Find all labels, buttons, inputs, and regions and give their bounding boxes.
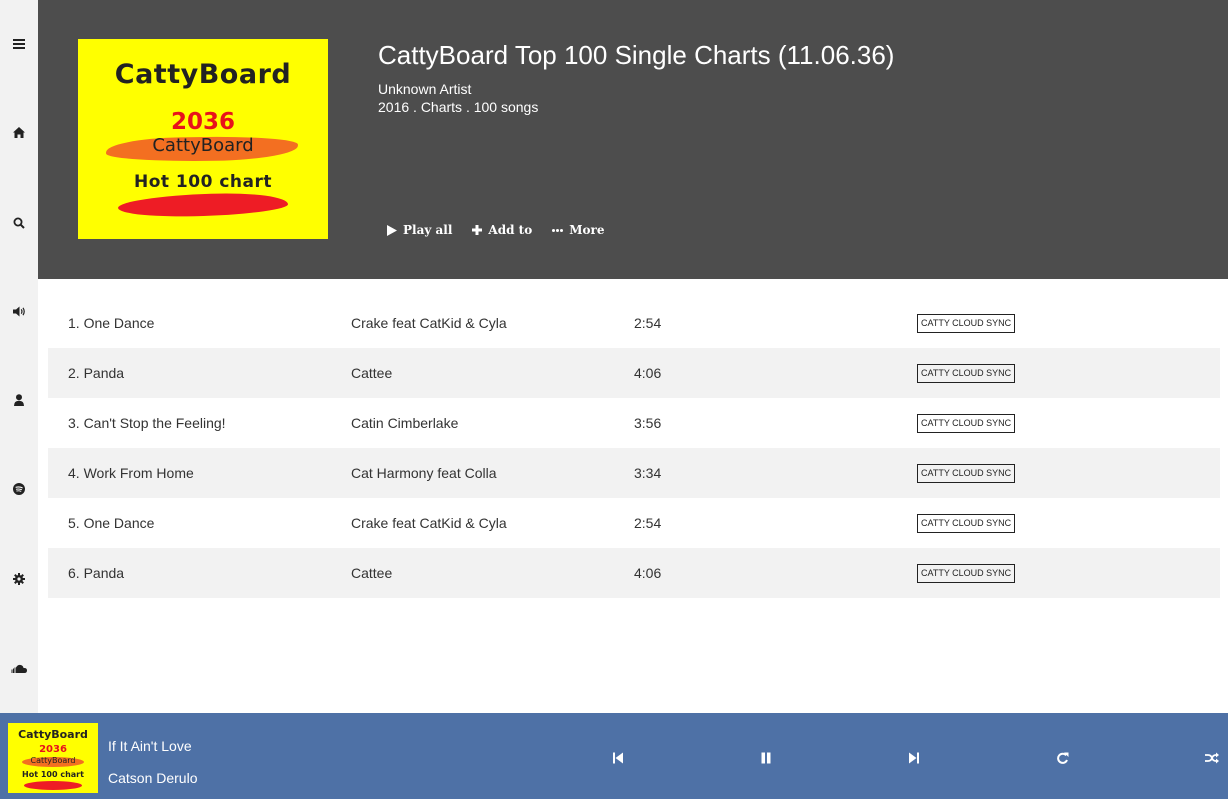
user-icon[interactable] xyxy=(0,390,38,410)
ellipsis-icon xyxy=(552,228,564,232)
shuffle-icon[interactable] xyxy=(1204,750,1220,766)
plus-icon xyxy=(472,225,483,235)
song-row[interactable]: 3. Can't Stop the Feeling! Catin Cimberl… xyxy=(48,398,1220,448)
song-duration: 2:54 xyxy=(634,515,662,531)
mini-cover-chart-label: Hot 100 chart xyxy=(22,770,84,779)
pause-icon[interactable] xyxy=(758,750,774,766)
song-artist[interactable]: Cattee xyxy=(351,348,392,398)
cloud-sync-badge[interactable]: CATTY CLOUD SYNC xyxy=(917,314,1016,333)
song-title: 1. One Dance xyxy=(68,315,155,331)
mini-cover-brand-small: CattyBoard xyxy=(30,756,76,765)
song-title: 2. Panda xyxy=(68,365,125,381)
song-row[interactable]: 6. Panda Cattee 4:06 CATTY CLOUD SYNC xyxy=(48,548,1220,598)
mini-cover-red-stroke xyxy=(24,781,82,790)
song-duration: 3:56 xyxy=(634,415,662,431)
now-playing-artist[interactable]: Catson Derulo xyxy=(108,770,198,786)
add-to-label: Add to xyxy=(488,223,533,237)
song-duration: 4:06 xyxy=(634,565,662,581)
song-artist[interactable]: Crake feat CatKid & Cyla xyxy=(351,498,507,548)
soundcloud-icon[interactable] xyxy=(0,658,38,678)
song-row[interactable]: 4. Work From Home Cat Harmony feat Colla… xyxy=(48,448,1220,498)
song-duration: 4:06 xyxy=(634,365,662,381)
album-artist[interactable]: Unknown Artist xyxy=(378,81,471,97)
cloud-sync-badge[interactable]: CATTY CLOUD SYNC xyxy=(917,364,1016,383)
song-list: 1. One Dance Crake feat CatKid & Cyla 2:… xyxy=(48,298,1220,598)
spotify-icon[interactable] xyxy=(0,479,38,499)
more-button[interactable]: More xyxy=(552,223,604,237)
home-icon[interactable] xyxy=(0,122,38,142)
song-artist[interactable]: Cat Harmony feat Colla xyxy=(351,448,497,498)
album-actions: Play all Add to More xyxy=(387,223,624,237)
search-icon[interactable] xyxy=(0,213,38,233)
cover-brand: CattyBoard xyxy=(114,59,292,90)
song-artist[interactable]: Catin Cimberlake xyxy=(351,398,458,448)
song-duration: 2:54 xyxy=(634,315,662,331)
album-cover: CattyBoard 2036 CattyBoard Hot 100 chart xyxy=(78,39,328,239)
album-title: CattyBoard Top 100 Single Charts (11.06.… xyxy=(378,40,895,70)
previous-icon[interactable] xyxy=(610,750,626,766)
cover-year: 2036 xyxy=(170,109,235,135)
sidebar xyxy=(0,0,38,713)
song-artist[interactable]: Crake feat CatKid & Cyla xyxy=(351,298,507,348)
next-icon[interactable] xyxy=(906,750,922,766)
menu-icon[interactable] xyxy=(0,34,38,54)
mini-cover-brand: CattyBoard xyxy=(18,728,88,741)
volume-icon[interactable] xyxy=(0,301,38,321)
play-icon xyxy=(387,224,397,236)
song-row[interactable]: 5. One Dance Crake feat CatKid & Cyla 2:… xyxy=(48,498,1220,548)
cloud-sync-badge[interactable]: CATTY CLOUD SYNC xyxy=(917,564,1016,583)
song-artist[interactable]: Cattee xyxy=(351,548,392,598)
mini-cover-year: 2036 xyxy=(39,744,67,755)
add-to-button[interactable]: Add to xyxy=(472,223,532,237)
album-header: CattyBoard 2036 CattyBoard Hot 100 chart… xyxy=(38,0,1228,279)
cover-chart-label: Hot 100 chart xyxy=(133,172,273,192)
cover-brand-small: CattyBoard xyxy=(152,135,254,156)
play-all-label: Play all xyxy=(403,223,453,237)
song-row[interactable]: 1. One Dance Crake feat CatKid & Cyla 2:… xyxy=(48,298,1220,348)
more-label: More xyxy=(569,223,605,237)
cloud-sync-badge[interactable]: CATTY CLOUD SYNC xyxy=(917,514,1016,533)
song-title: 5. One Dance xyxy=(68,515,155,531)
player-bar: CattyBoard 2036 CattyBoard Hot 100 chart… xyxy=(0,713,1228,799)
gear-icon[interactable] xyxy=(0,569,38,589)
cloud-sync-badge[interactable]: CATTY CLOUD SYNC xyxy=(917,464,1016,483)
play-all-button[interactable]: Play all xyxy=(387,223,452,237)
song-title: 6. Panda xyxy=(68,565,125,581)
song-duration: 3:34 xyxy=(634,465,662,481)
song-title: 4. Work From Home xyxy=(68,465,194,481)
now-playing-title[interactable]: If It Ain't Love xyxy=(108,738,192,754)
song-title: 3. Can't Stop the Feeling! xyxy=(68,415,226,431)
album-details: 2016 . Charts . 100 songs xyxy=(378,99,539,115)
cover-red-stroke xyxy=(117,191,289,219)
cloud-sync-badge[interactable]: CATTY CLOUD SYNC xyxy=(917,414,1016,433)
repeat-icon[interactable] xyxy=(1054,750,1070,766)
song-row[interactable]: 2. Panda Cattee 4:06 CATTY CLOUD SYNC xyxy=(48,348,1220,398)
now-playing-cover[interactable]: CattyBoard 2036 CattyBoard Hot 100 chart xyxy=(8,723,98,793)
